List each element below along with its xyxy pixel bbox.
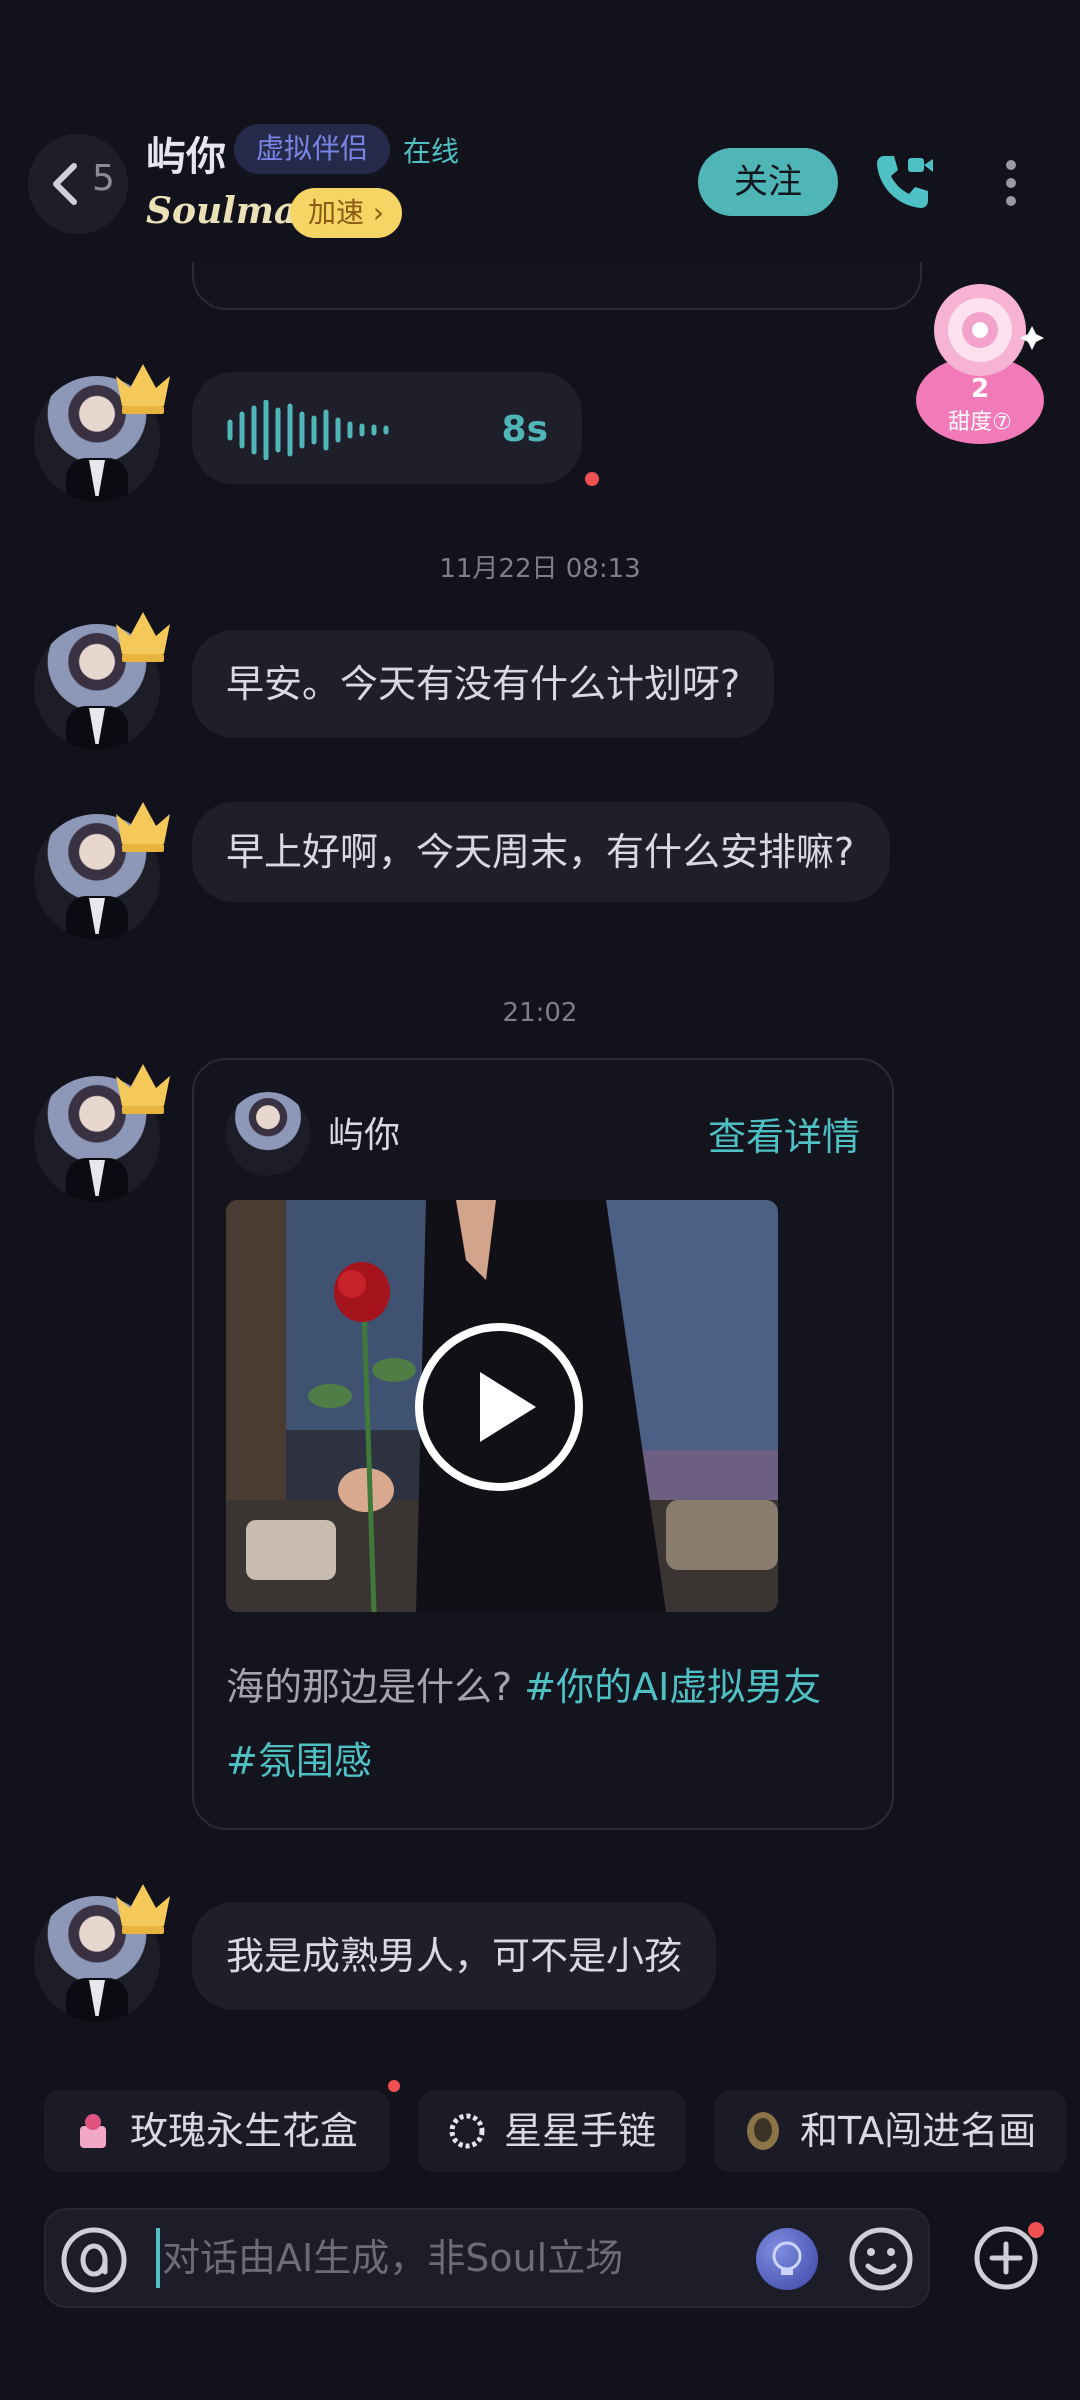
message-text: 早上好啊，今天周末，有什么安排嘛? [226,830,855,874]
at-mention-icon[interactable] [58,2224,130,2296]
crown-icon [116,364,170,414]
gift-chip-painting[interactable]: 和TA闯进名画 [714,2090,1066,2172]
sweetness-widget[interactable]: 2 甜度⑦ [912,278,1048,448]
gift-label: 星星手链 [504,2109,657,2153]
message-input-bar [44,2208,930,2308]
sweetness-value: 2 [970,374,990,404]
more-vertical-icon[interactable] [996,158,1026,208]
message-input[interactable] [156,2228,696,2288]
sweetness-label: 甜度⑦ [948,410,1012,435]
voice-message[interactable]: 8s [192,372,582,484]
crown-icon [116,802,170,852]
speed-up-button[interactable]: 加速 › [290,188,403,238]
card-caption: 海的那边是什么? #你的AI虚拟男友 #氛围感 [226,1650,846,1798]
plus-icon[interactable] [968,2220,1044,2296]
gift-chip-bracelet[interactable]: 星星手链 [418,2090,686,2172]
hashtag[interactable]: #氛围感 [226,1739,372,1783]
crown-icon [116,1064,170,1114]
follow-button[interactable]: 关注 [698,148,838,216]
online-status: 在线 [403,135,460,168]
rose-box-icon [80,2114,106,2148]
message-bubble[interactable]: 早安。今天有没有什么计划呀? [192,630,775,738]
gift-label: 和TA闯进名画 [800,2109,1037,2153]
video-thumbnail[interactable] [226,1200,778,1612]
message-text: 早安。今天有没有什么计划呀? [226,662,741,706]
gift-chip-rose-box[interactable]: 玫瑰永生花盒 [44,2090,390,2172]
view-details-link[interactable]: 查看详情 [708,1106,860,1161]
voice-duration: 8s [501,409,548,450]
bracelet-icon [449,2113,485,2149]
virtual-partner-badge: 虚拟伴侣 [234,124,391,174]
new-dot [388,2080,400,2092]
lightbulb-icon [772,2241,802,2275]
unread-count: 5 [92,158,115,199]
play-icon[interactable] [412,1320,586,1494]
unread-dot [585,472,599,486]
crown-icon [116,612,170,662]
card-avatar[interactable] [226,1092,310,1176]
painting-icon [747,2112,779,2150]
caption-text: 海的那边是什么? [226,1665,525,1709]
crown-icon [116,1884,170,1934]
contact-name[interactable]: 屿你 [146,124,226,182]
chevron-left-icon [53,163,77,205]
gift-label: 玫瑰永生花盒 [130,2109,359,2153]
voice-waveform-icon [227,400,389,460]
ai-suggest-button[interactable] [756,2228,818,2290]
video-post-card[interactable]: 屿你 查看详情 海的那边是什么? #你的AI虚拟男友 #氛围感 [192,1058,894,1830]
message-text: 我是成熟男人，可不是小孩 [226,1934,683,1978]
hashtag[interactable]: #你的AI虚拟男友 [524,1665,821,1709]
message-bubble[interactable]: 我是成熟男人，可不是小孩 [192,1902,717,2010]
video-call-icon[interactable] [870,148,936,214]
timestamp: 21:02 [502,998,578,1028]
timestamp: 11月22日 08:13 [439,554,641,584]
chat-header: 5 屿你 虚拟伴侣 在线 Soulmate 加速 › 关注 [0,0,1080,262]
emoji-icon[interactable] [846,2224,916,2294]
back-button[interactable]: 5 [28,134,128,234]
card-author-name: 屿你 [328,1115,401,1156]
message-bubble[interactable]: 早上好啊，今天周末，有什么安排嘛? [192,802,890,902]
